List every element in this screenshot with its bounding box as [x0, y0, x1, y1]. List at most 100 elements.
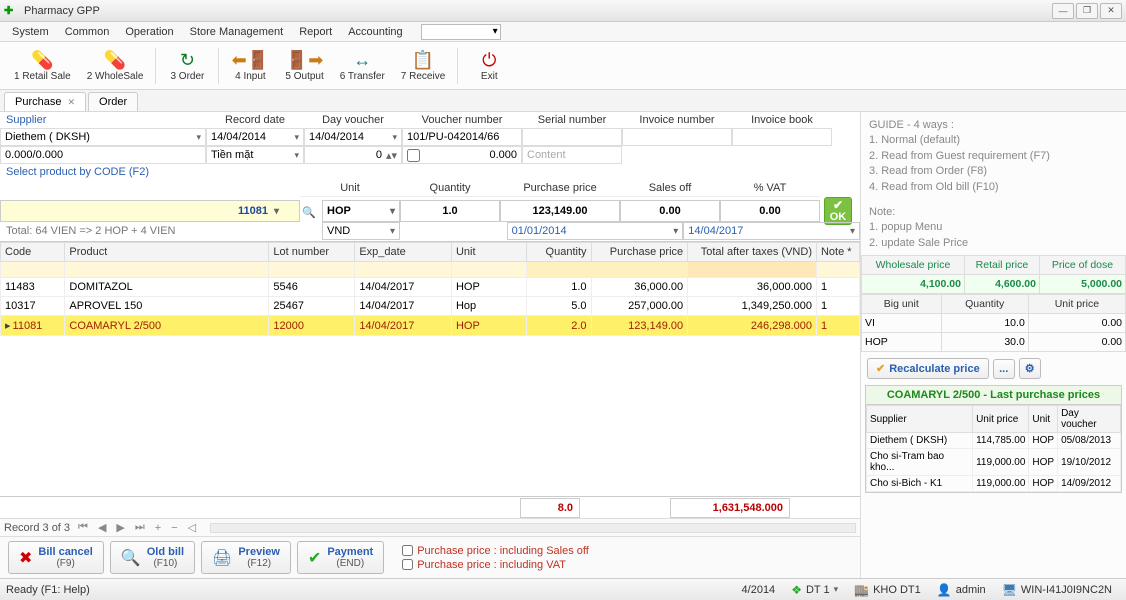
- serial-number-label: Serial number: [522, 112, 622, 128]
- old-bill-button[interactable]: 🔍Old bill(F10): [110, 541, 195, 574]
- nav-first-button[interactable]: ⏮: [76, 521, 90, 534]
- include-vat-checkbox[interactable]: Purchase price : including VAT: [402, 559, 589, 571]
- status-dt: ❖DT 1▾: [791, 583, 838, 597]
- unit-dropdown[interactable]: HOP▾: [322, 200, 400, 222]
- menu-accounting[interactable]: Accounting: [340, 24, 410, 40]
- receive-button[interactable]: 📋7 Receive: [393, 47, 453, 84]
- nav-delete-button[interactable]: −: [169, 522, 179, 534]
- bill-cancel-button[interactable]: ✖Bill cancel(F9): [8, 541, 104, 574]
- col-product[interactable]: Product: [65, 243, 269, 262]
- order-button[interactable]: ↻3 Order: [160, 47, 214, 84]
- col-note[interactable]: Note *: [816, 243, 859, 262]
- supplier-dropdown[interactable]: Diethem ( DKSH): [0, 128, 206, 146]
- title-bar: ✚ Pharmacy GPP — ❐ ✕: [0, 0, 1126, 22]
- invoice-book-input[interactable]: [732, 128, 832, 146]
- menu-system[interactable]: System: [4, 24, 57, 40]
- cash-method-dropdown[interactable]: Tiền mặt: [206, 146, 304, 164]
- nav-reset-button[interactable]: ◁: [186, 521, 198, 534]
- purchase-price-input[interactable]: 123,149.00: [500, 200, 620, 222]
- entry-row: 11081▾🔍 HOP▾ 1.0 123,149.00 0.00 0.00 ✔O…: [0, 197, 860, 221]
- table-row[interactable]: 11483DOMITAZOL554614/04/2017HOP1.036,000…: [1, 278, 860, 297]
- menu-dropdown[interactable]: ▾: [421, 24, 501, 40]
- vat-header: % VAT: [720, 180, 820, 197]
- include-salesoff-checkbox[interactable]: Purchase price : including Sales off: [402, 545, 589, 557]
- nav-next-button[interactable]: ▶: [114, 521, 126, 534]
- nav-last-button[interactable]: ⏭: [133, 521, 147, 534]
- vat-input[interactable]: 0.00: [720, 200, 820, 222]
- exit-button[interactable]: ⏻Exit: [462, 47, 516, 84]
- menu-operation[interactable]: Operation: [117, 24, 181, 40]
- tab-purchase[interactable]: Purchase✕: [4, 92, 86, 111]
- col-lot[interactable]: Lot number: [269, 243, 355, 262]
- filter-row[interactable]: [1, 262, 860, 278]
- quantity-header: Quantity: [400, 180, 500, 197]
- record-date-input[interactable]: 14/04/2014: [206, 128, 304, 146]
- entry-total-line: Total: 64 VIEN => 2 HOP + 4 VIEN VND▾ 01…: [0, 221, 860, 241]
- door-out-icon: 🚪➡: [286, 49, 324, 71]
- search-icon[interactable]: 🔍: [299, 202, 319, 222]
- serial-number-input[interactable]: [522, 128, 622, 146]
- quantity-input[interactable]: 1.0: [400, 200, 500, 222]
- nav-prev-button[interactable]: ◀: [96, 521, 108, 534]
- tab-order[interactable]: Order: [88, 92, 138, 111]
- col-price[interactable]: Purchase price: [591, 243, 688, 262]
- status-host: 🖥WIN-I41J0I9NC2N: [1002, 583, 1112, 597]
- payment-button[interactable]: ✔Payment(END): [297, 541, 384, 574]
- recalc-config-button[interactable]: ⚙: [1019, 358, 1041, 379]
- horizontal-scrollbar[interactable]: [210, 523, 856, 533]
- date-to-input[interactable]: 14/04/2017▾: [683, 222, 860, 240]
- transfer-icon: ↔: [353, 49, 371, 71]
- price-grid: Wholesale priceRetail pricePrice of dose…: [861, 255, 1126, 352]
- menu-store-management[interactable]: Store Management: [182, 24, 292, 40]
- last-prices-title: COAMARYL 2/500 - Last purchase prices: [866, 386, 1121, 405]
- unit-row: VI10.00.00: [862, 314, 1126, 333]
- day-voucher-input[interactable]: 14/04/2014: [304, 128, 402, 146]
- cash-amount-input[interactable]: 0▴▾: [304, 146, 402, 164]
- input-button[interactable]: ⬅🚪4 Input: [223, 47, 277, 84]
- preview-button[interactable]: 🖨Preview(F12): [201, 541, 291, 574]
- col-code[interactable]: Code: [1, 243, 65, 262]
- clipboard-icon: 📋: [412, 49, 434, 71]
- col-exp[interactable]: Exp_date: [355, 243, 452, 262]
- nav-add-button[interactable]: +: [153, 522, 163, 534]
- sales-off-input[interactable]: 0.00: [620, 200, 720, 222]
- recalc-more-button[interactable]: ...: [993, 359, 1015, 379]
- col-total[interactable]: Total after taxes (VND): [688, 243, 817, 262]
- toolbar: 💊1 Retail Sale 💊2 WholeSale ↻3 Order ⬅🚪4…: [0, 42, 1126, 90]
- power-icon: ⏻: [482, 49, 496, 71]
- last-price-row: Cho si-Tram bao kho...119,000.00HOP19/10…: [867, 449, 1121, 476]
- guide-box: GUIDE - 4 ways : 1. Normal (default) 2. …: [861, 112, 1126, 201]
- voucher-number-input[interactable]: 101/PU-042014/66: [402, 128, 522, 146]
- table-row[interactable]: 10317APROVEL 1502546714/04/2017Hop5.0257…: [1, 297, 860, 316]
- action-bar: ✖Bill cancel(F9) 🔍Old bill(F10) 🖨Preview…: [0, 536, 860, 578]
- close-button[interactable]: ✕: [1100, 3, 1122, 19]
- date-from-input[interactable]: 01/01/2014▾: [507, 222, 684, 240]
- aux-checkbox[interactable]: [407, 149, 420, 162]
- maximize-button[interactable]: ❐: [1076, 3, 1098, 19]
- pill-icon: 💊: [31, 49, 53, 71]
- col-qty[interactable]: Quantity: [527, 243, 591, 262]
- content-input[interactable]: Content: [522, 146, 622, 164]
- window-title: Pharmacy GPP: [24, 5, 1050, 17]
- table-row[interactable]: 11081COAMARYL 2/5001200014/04/2017HOP2.0…: [1, 316, 860, 336]
- col-unit[interactable]: Unit: [451, 243, 526, 262]
- menu-common[interactable]: Common: [57, 24, 118, 40]
- output-button[interactable]: 🚪➡5 Output: [277, 47, 331, 84]
- minimize-button[interactable]: —: [1052, 3, 1074, 19]
- close-icon[interactable]: ✕: [67, 97, 75, 108]
- record-date-label: Record date: [206, 112, 304, 128]
- product-code-input[interactable]: 11081▾🔍: [0, 200, 300, 222]
- voucher-number-label: Voucher number: [402, 112, 522, 128]
- invoice-number-input[interactable]: [622, 128, 732, 146]
- door-in-icon: ⬅🚪: [232, 49, 270, 71]
- transfer-button[interactable]: ↔6 Transfer: [332, 47, 393, 84]
- recalculate-button[interactable]: ✔Recalculate price: [867, 358, 989, 379]
- aux-row[interactable]: 0.000: [402, 146, 522, 164]
- entry-headers: Unit Quantity Purchase price Sales off %…: [0, 180, 860, 197]
- wholesale-button[interactable]: 💊2 WholeSale: [79, 47, 152, 84]
- currency-dropdown[interactable]: VND▾: [322, 222, 400, 240]
- refresh-icon: ↻: [180, 49, 195, 71]
- retail-sale-button[interactable]: 💊1 Retail Sale: [6, 47, 79, 84]
- last-price-row: Diethem ( DKSH)114,785.00HOP05/08/2013: [867, 433, 1121, 449]
- menu-report[interactable]: Report: [291, 24, 340, 40]
